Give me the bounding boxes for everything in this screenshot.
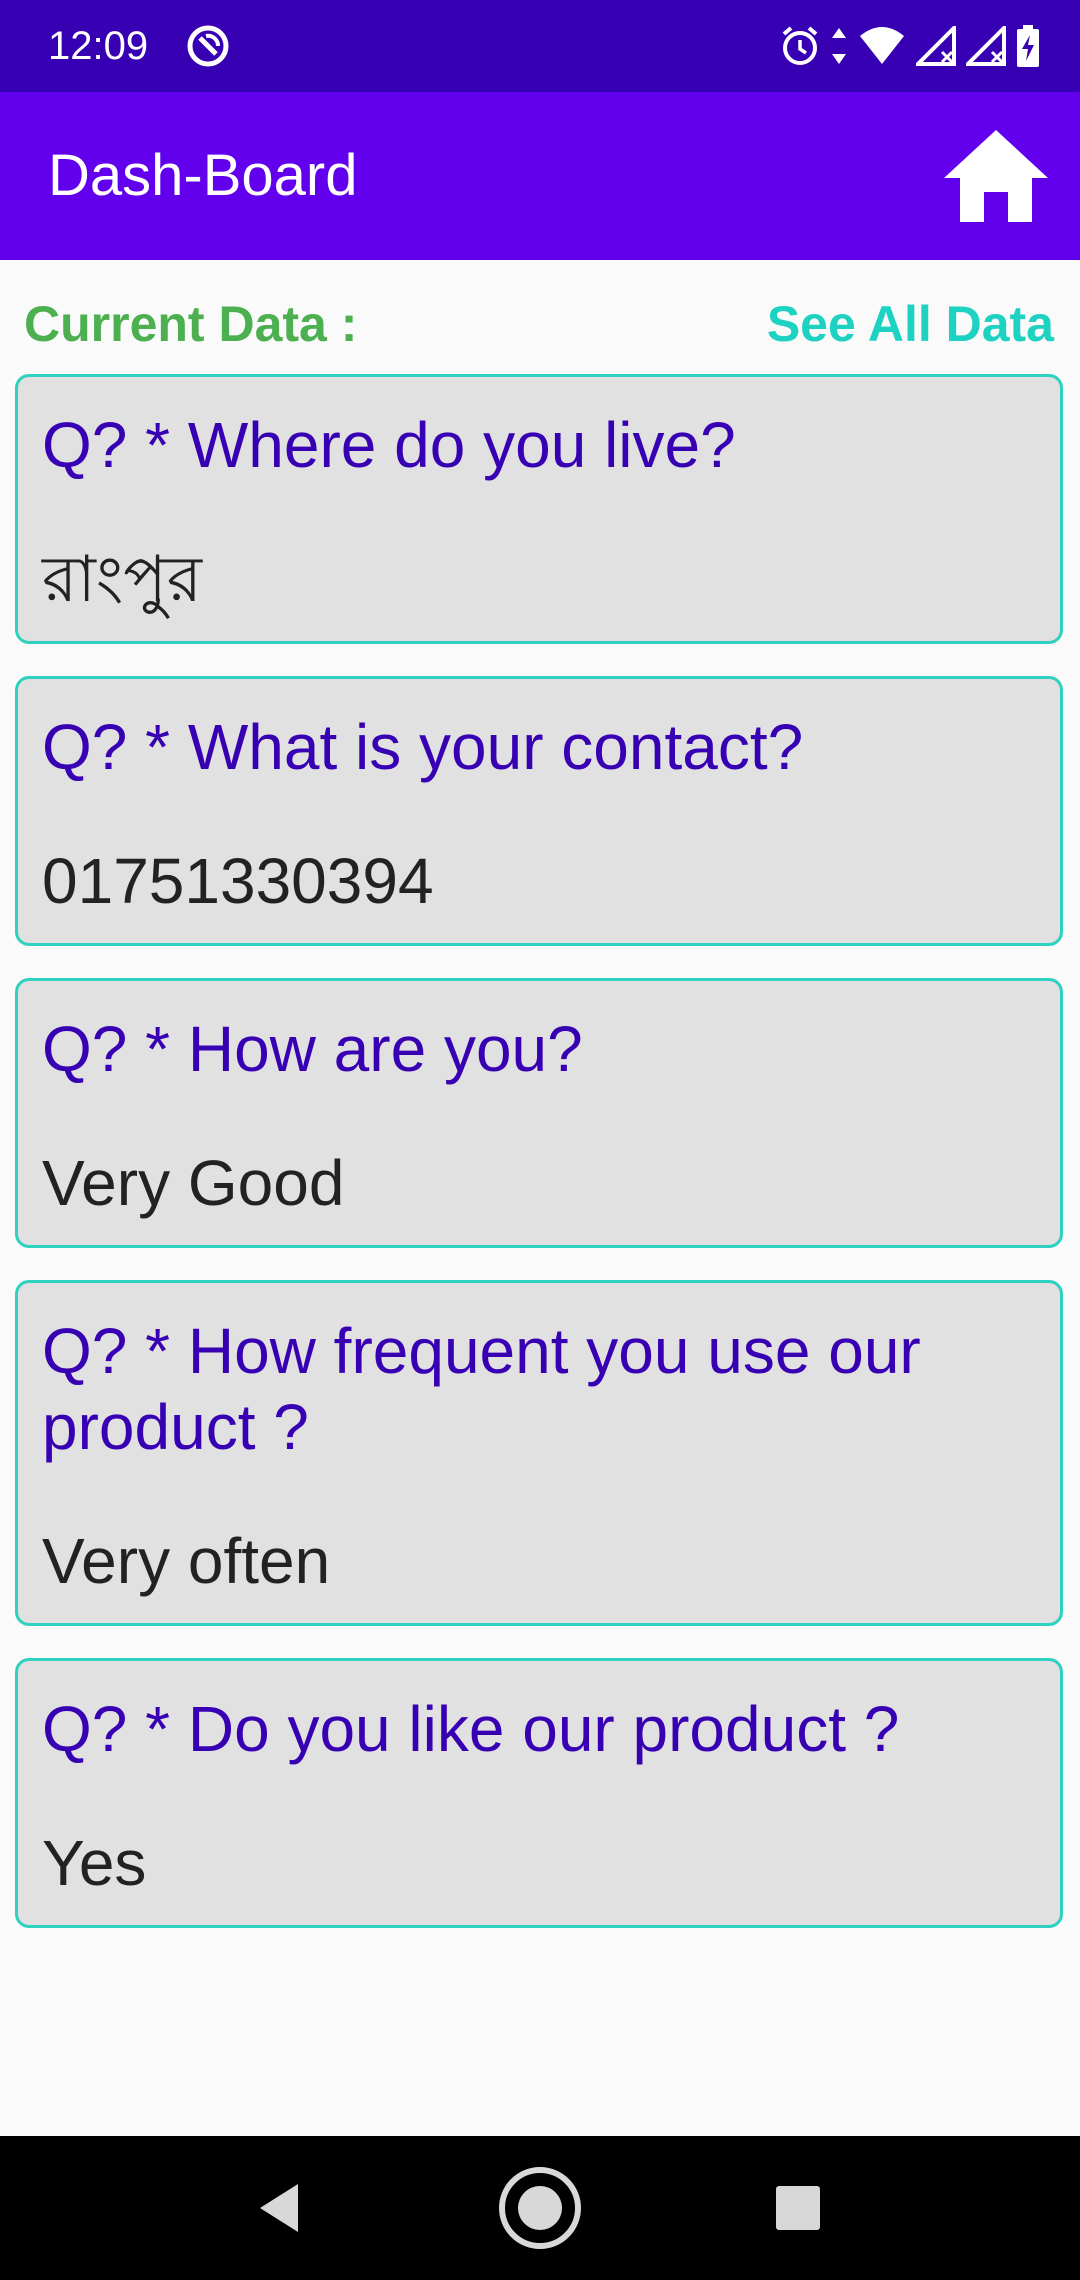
svg-text:4: 4 bbox=[888, 50, 897, 66]
answer-text: 01751330394 bbox=[42, 845, 434, 917]
home-icon bbox=[944, 130, 1048, 222]
question-card: Q? * What is your contact? 01751330394 bbox=[15, 676, 1063, 946]
signal-icon bbox=[966, 26, 1006, 66]
screen: 12:09 4 Dash-Board Current Data: See Al… bbox=[0, 0, 1080, 2280]
question-card: Q? * Where do you live? রাংপুর bbox=[15, 374, 1063, 644]
alarm-icon bbox=[780, 24, 820, 68]
question-text: Q? * Do you like our product ? bbox=[42, 1693, 900, 1765]
question-card: Q? * Do you like our product ? Yes bbox=[15, 1658, 1063, 1928]
current-data-label: Current Data : bbox=[24, 296, 358, 352]
question-card: Q? * How frequent you use our product ? … bbox=[15, 1280, 1063, 1626]
navigation-bar bbox=[0, 2136, 1080, 2280]
question-card: Q? * How are you? Very Good bbox=[15, 978, 1063, 1248]
recents-button[interactable] bbox=[750, 2160, 846, 2256]
status-time: 12:09 bbox=[48, 24, 149, 68]
back-triangle-icon bbox=[260, 2184, 298, 2232]
answer-text: রাংপুর bbox=[42, 543, 202, 615]
answer-text: Very Good bbox=[42, 1147, 345, 1219]
status-icons: 4 bbox=[780, 20, 1040, 72]
answer-text: Yes bbox=[42, 1827, 147, 1899]
wifi-icon: 4 bbox=[858, 26, 906, 66]
recents-square-icon bbox=[776, 2186, 820, 2230]
question-text: Q? * What is your contact? bbox=[42, 711, 804, 783]
status-bar: 12:09 4 bbox=[0, 0, 1080, 92]
back-button[interactable] bbox=[232, 2160, 328, 2256]
home-button[interactable] bbox=[936, 120, 1056, 232]
see-all-data-link[interactable]: See All Data bbox=[767, 290, 1054, 358]
answer-text: Very often bbox=[42, 1525, 331, 1597]
battery-charging-icon bbox=[1016, 25, 1040, 67]
home-circle-icon bbox=[499, 2167, 581, 2249]
question-text: Q? * How frequent you use our product ? bbox=[42, 1315, 921, 1463]
nav-home-button[interactable] bbox=[492, 2160, 588, 2256]
question-text: Q? * How are you? bbox=[42, 1013, 583, 1085]
header-row: Current Data : See All Data bbox=[0, 290, 1080, 358]
data-arrows-icon bbox=[830, 26, 848, 66]
signal-icon bbox=[916, 26, 956, 66]
question-text: Q? * Where do you live? bbox=[42, 409, 736, 481]
app-bar: Dash-Board bbox=[0, 92, 1080, 260]
sync-disabled-icon bbox=[184, 22, 232, 70]
page-title: Dash-Board bbox=[48, 143, 358, 208]
